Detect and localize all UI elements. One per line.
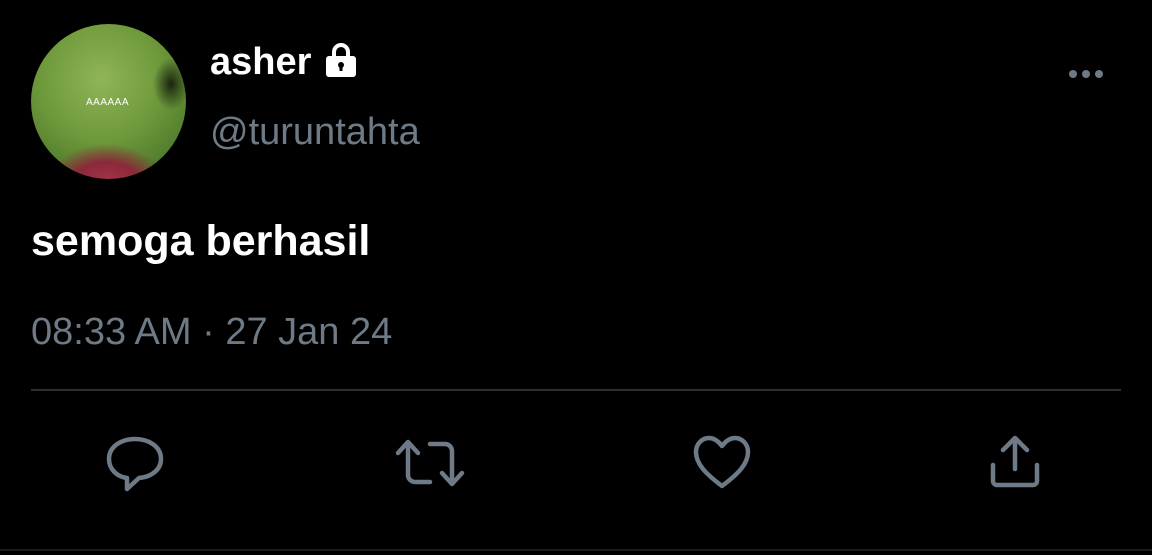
share-icon [990,435,1040,488]
bottom-divider [0,549,1152,551]
display-name[interactable]: asher [210,40,311,84]
avatar-text: AAAAAA [86,97,130,108]
user-handle[interactable]: @turuntahta [210,110,420,154]
heart-icon [693,435,751,489]
tweet-text: semoga berhasil [31,217,371,265]
tweet-timestamp[interactable]: 08:33 AM · 27 Jan 24 [31,310,392,354]
retweet-icon [395,439,465,487]
avatar[interactable]: AAAAAA [31,24,186,179]
lock-icon [322,41,360,79]
reply-button[interactable] [105,433,165,493]
reply-icon [106,436,164,492]
divider [31,389,1121,391]
like-button[interactable] [692,433,752,493]
retweet-button[interactable] [394,433,465,493]
tweet-detail: AAAAAA asher @turuntahta semoga berhasil… [0,0,1152,555]
share-button[interactable] [985,433,1045,493]
more-options-icon[interactable] [1068,64,1108,84]
